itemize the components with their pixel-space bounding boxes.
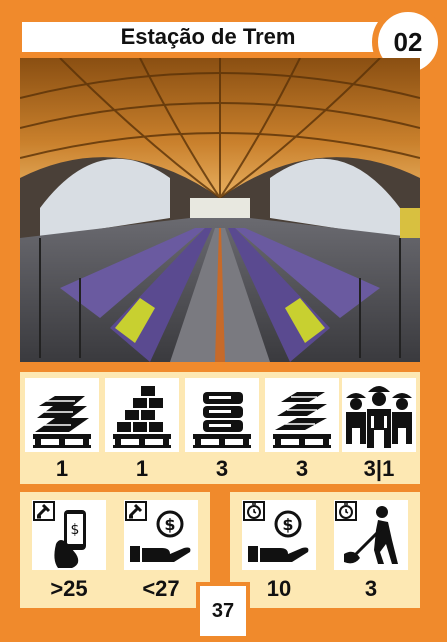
train-station-photo	[20, 58, 420, 362]
resource-value: 1	[55, 456, 69, 481]
action-value: 10	[266, 576, 292, 601]
resource-value: 3	[295, 456, 309, 481]
auction-hand-coin-icon: $	[124, 500, 198, 570]
action-timer-digging: 3	[334, 496, 408, 604]
svg-text:$: $	[71, 522, 80, 538]
resource-value: 3	[215, 456, 229, 481]
auction-panel: $ >25 $ <27	[20, 492, 210, 608]
svg-text:$: $	[282, 515, 293, 534]
action-auction-phone: $ >25	[32, 496, 106, 604]
card-number: 02	[393, 26, 423, 57]
workers-icon	[342, 378, 416, 452]
timer-digging-worker-icon	[334, 500, 408, 570]
resource-cost-panel: 1 1 3 3 3|1	[20, 372, 420, 484]
resource-lumber: 1	[25, 376, 99, 481]
timer-panel: $ 10 3	[230, 492, 420, 608]
bottom-number: 37	[211, 599, 235, 622]
resource-value: 3|1	[363, 456, 395, 481]
bricks-pallet-icon	[105, 378, 179, 452]
action-value: <27	[142, 576, 180, 601]
barrels-pallet-icon	[185, 378, 259, 452]
resource-barrels: 3	[185, 376, 259, 481]
action-timer-hand: $ 10	[242, 496, 316, 604]
card-title-bar: Estação de Trem	[20, 20, 416, 54]
steel-beams-pallet-icon	[265, 378, 339, 452]
building-card: Estação de Trem 02 1 1 3 3 3|1 $ >25 $ <…	[0, 0, 447, 642]
action-value: 3	[364, 576, 378, 601]
resource-steel: 3	[265, 376, 339, 481]
timer-hand-coin-icon: $	[242, 500, 316, 570]
resource-workers: 3|1	[342, 376, 416, 481]
bottom-number-badge: 37	[196, 582, 250, 640]
resource-bricks: 1	[105, 376, 179, 481]
svg-text:$: $	[164, 515, 175, 534]
action-auction-hand: $ <27	[124, 496, 198, 604]
card-title: Estação de Trem	[120, 24, 296, 49]
train-station-illustration	[20, 58, 420, 362]
action-value: >25	[50, 576, 88, 601]
lumber-pallet-icon	[25, 378, 99, 452]
auction-phone-payment-icon: $	[32, 500, 106, 570]
resource-value: 1	[135, 456, 149, 481]
